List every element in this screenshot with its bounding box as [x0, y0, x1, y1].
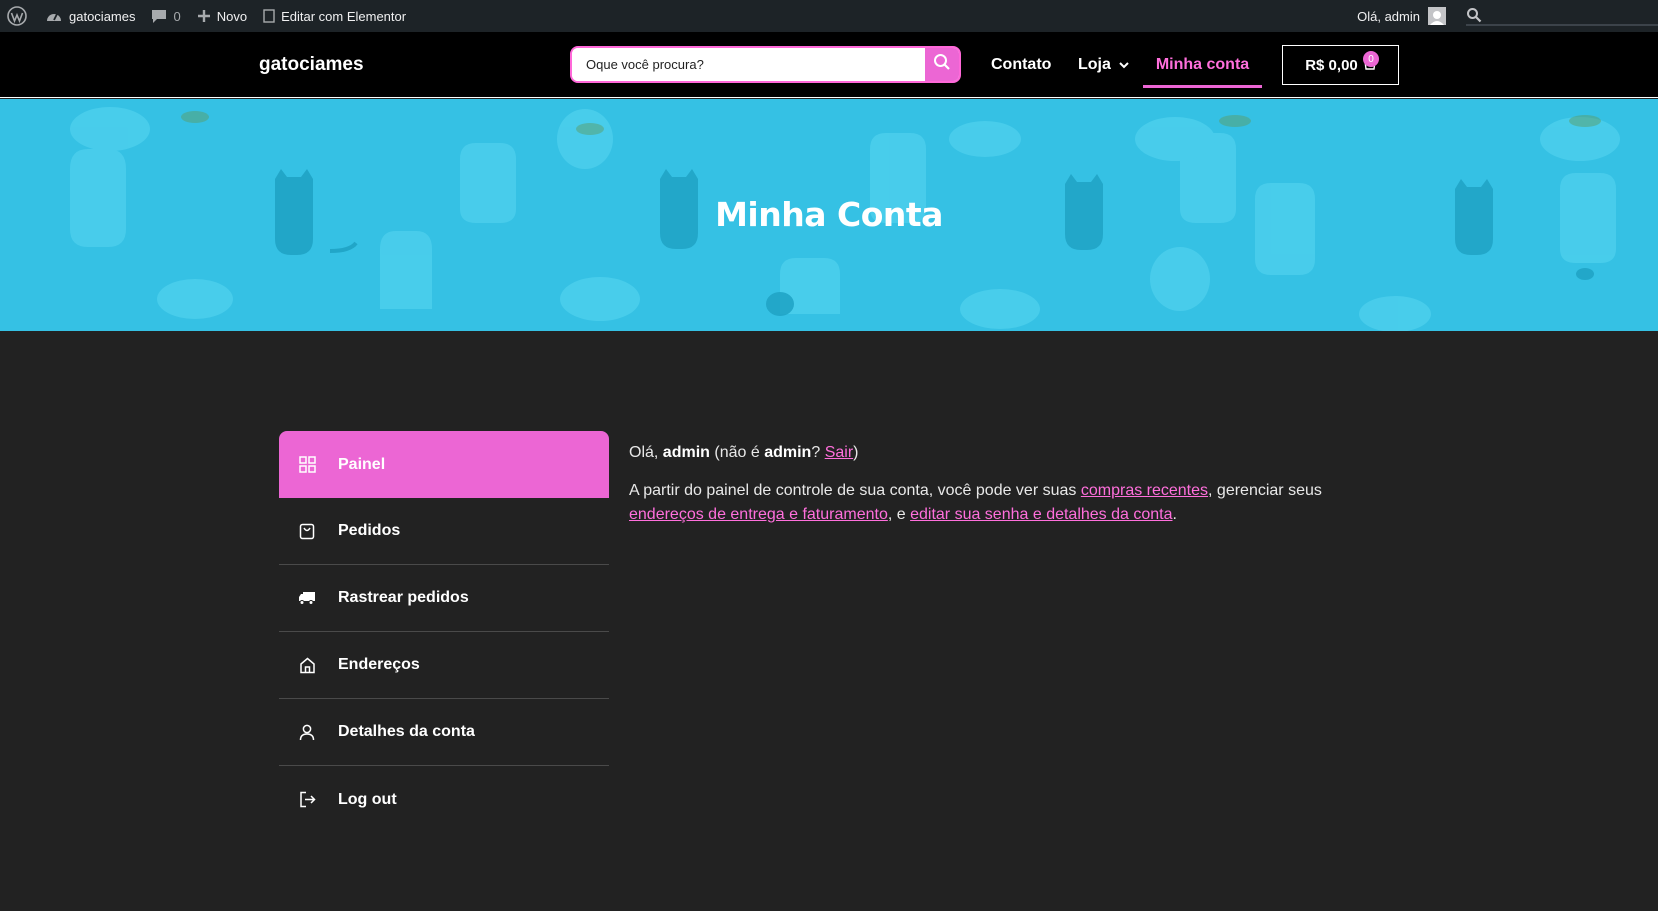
- greeting-paragraph: Olá, admin (não é admin? Sair): [629, 441, 1329, 465]
- search-input[interactable]: [572, 48, 925, 81]
- page-title: Minha Conta: [715, 195, 943, 234]
- account-details-link[interactable]: editar sua senha e detalhes da conta: [910, 506, 1172, 523]
- account-dashboard-content: Olá, admin (não é admin? Sair) A partir …: [629, 441, 1329, 541]
- dashboard-end-dot: .: [1172, 506, 1177, 523]
- nav-minha-conta-label: Minha conta: [1155, 56, 1250, 73]
- dashboard-mid-text: , gerenciar seus: [1208, 482, 1322, 499]
- account-nav-label: Pedidos: [338, 522, 401, 539]
- comments-count: 0: [173, 8, 181, 24]
- greeting-not-prefix: (não é: [714, 444, 760, 461]
- nav-loja-label: Loja: [1078, 56, 1111, 73]
- recent-orders-link[interactable]: compras recentes: [1081, 482, 1208, 499]
- chevron-down-icon: [1119, 56, 1129, 74]
- admin-bar-comments[interactable]: 0: [143, 0, 188, 32]
- account-nav-label: Detalhes da conta: [338, 723, 475, 740]
- admin-bar-search[interactable]: [1458, 0, 1658, 32]
- wordpress-logo-icon[interactable]: [0, 0, 35, 32]
- account-navigation: Painel Pedidos Rastrear pedidos Endereço…: [279, 431, 609, 833]
- greeting-question: ?: [811, 444, 821, 461]
- nav-contato-label: Contato: [991, 56, 1052, 73]
- nav-contato[interactable]: Contato: [991, 32, 1051, 98]
- account-nav-enderecos[interactable]: Endereços: [279, 632, 609, 699]
- cart-total: R$ 0,00: [1305, 56, 1358, 74]
- dashboard-icon: [45, 8, 63, 24]
- account-nav-painel[interactable]: Painel: [279, 431, 609, 498]
- cart-count-badge: 0: [1363, 51, 1379, 67]
- logout-link[interactable]: Sair: [825, 444, 853, 461]
- account-nav-label: Log out: [338, 790, 397, 808]
- search-button[interactable]: [925, 48, 959, 81]
- admin-bar-site-link[interactable]: gatociames: [35, 0, 143, 32]
- dashboard-intro-paragraph: A partir do painel de controle de sua co…: [629, 479, 1329, 527]
- admin-bar-new[interactable]: Novo: [189, 0, 255, 32]
- search-icon: [933, 53, 951, 76]
- elementor-icon: [263, 9, 275, 23]
- admin-bar-site-name: gatociames: [69, 8, 136, 24]
- avatar: [1428, 7, 1446, 25]
- greeting-prefix: Olá,: [629, 444, 659, 461]
- addresses-link[interactable]: endereços de entrega e faturamento: [629, 506, 888, 523]
- admin-bar: gatociames 0 Novo Editar com Elementor O…: [0, 0, 1658, 32]
- admin-bar-account[interactable]: Olá, admin: [1349, 0, 1458, 32]
- account-nav-label: Endereços: [338, 656, 420, 673]
- logout-icon: [298, 791, 316, 809]
- page-hero: Minha Conta: [0, 99, 1658, 331]
- comment-icon: [151, 8, 167, 24]
- account-nav-label: Painel: [338, 455, 386, 473]
- admin-bar-edit-elementor[interactable]: Editar com Elementor: [255, 0, 414, 32]
- admin-bar-new-label: Novo: [216, 8, 248, 24]
- bag-icon: [298, 522, 316, 540]
- admin-bar-search-input[interactable]: [1466, 4, 1658, 26]
- cart-button[interactable]: R$ 0,00 0: [1282, 45, 1399, 85]
- admin-bar-right: Olá, admin: [1349, 0, 1658, 32]
- admin-bar-elementor-label: Editar com Elementor: [281, 8, 407, 24]
- admin-bar-howdy: Olá, admin: [1357, 8, 1420, 24]
- product-search: [570, 46, 961, 83]
- nav-minha-conta[interactable]: Minha conta: [1143, 32, 1262, 98]
- greeting-username-2: admin: [764, 444, 812, 461]
- greeting-close-paren: ): [853, 444, 859, 461]
- account-nav-label: Rastrear pedidos: [338, 589, 469, 606]
- active-nav-underline: [1143, 85, 1262, 88]
- nav-loja[interactable]: Loja: [1078, 32, 1129, 98]
- account-nav-detalhes-conta[interactable]: Detalhes da conta: [279, 699, 609, 766]
- greeting-username: admin: [662, 444, 710, 461]
- plus-icon: [197, 9, 211, 23]
- dashboard-intro-text: A partir do painel de controle de sua co…: [629, 482, 1077, 499]
- dashboard-and-text: , e: [887, 506, 906, 523]
- user-icon: [298, 723, 316, 741]
- truck-icon: [298, 589, 316, 607]
- account-nav-pedidos[interactable]: Pedidos: [279, 498, 609, 565]
- site-title[interactable]: gatociames: [259, 54, 364, 76]
- site-header: gatociames Contato Loja Minha conta R$ 0…: [0, 32, 1658, 98]
- grid-icon: [298, 456, 316, 474]
- home-icon: [298, 656, 316, 674]
- account-nav-rastrear-pedidos[interactable]: Rastrear pedidos: [279, 565, 609, 632]
- account-nav-log-out[interactable]: Log out: [279, 766, 609, 833]
